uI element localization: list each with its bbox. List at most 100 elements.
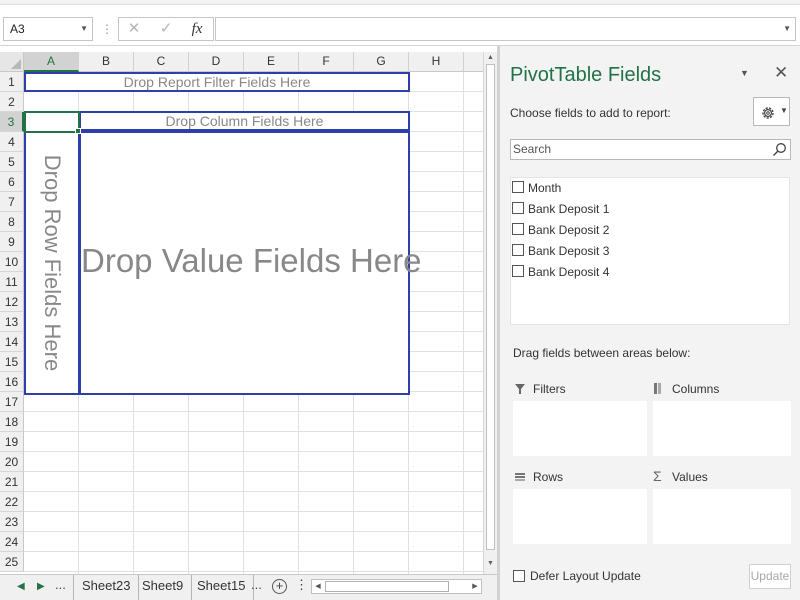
search-input[interactable]: Search <box>510 139 791 160</box>
update-button[interactable]: Update <box>749 564 791 589</box>
horizontal-scrollbar[interactable]: ◀ ▶ <box>311 579 482 594</box>
more-sheets-right[interactable]: ... <box>251 578 262 592</box>
filters-drop-area[interactable] <box>513 401 647 456</box>
vertical-scrollbar[interactable]: ▲ ▼ <box>483 52 497 574</box>
select-all-button[interactable] <box>0 52 24 72</box>
formula-bar: A3 ▼ ⋮ ✕ ✓ fx ▼ <box>0 0 800 46</box>
row-header[interactable]: 1 <box>0 72 24 92</box>
cancel-icon[interactable]: ✕ <box>123 18 145 40</box>
row-header[interactable]: 16 <box>0 372 24 392</box>
row-header[interactable]: 10 <box>0 252 24 272</box>
name-box-value: A3 <box>10 22 25 36</box>
row-header[interactable]: 19 <box>0 432 24 452</box>
row-header[interactable]: 5 <box>0 152 24 172</box>
scroll-up-icon[interactable]: ▲ <box>484 52 497 64</box>
formula-bar-separator: ⋮ <box>101 22 113 36</box>
more-sheets-left[interactable]: ... <box>55 578 66 592</box>
values-drop-area[interactable] <box>653 489 791 544</box>
column-header-e[interactable]: E <box>244 52 299 72</box>
pivot-fields-pane: PivotTable Fields ▼ ✕ Choose fields to a… <box>500 46 800 600</box>
row-header[interactable]: 14 <box>0 332 24 352</box>
insert-function-button[interactable]: fx <box>186 18 208 40</box>
field-checkbox[interactable] <box>512 181 524 193</box>
column-header-h[interactable]: H <box>409 52 464 72</box>
close-icon[interactable]: ✕ <box>774 63 788 83</box>
row-header[interactable]: 3 <box>0 112 24 132</box>
defer-checkbox[interactable] <box>513 570 525 582</box>
row-header[interactable]: 12 <box>0 292 24 312</box>
field-checkbox[interactable] <box>512 223 524 235</box>
scroll-left-icon[interactable]: ◀ <box>312 580 324 593</box>
choose-fields-label: Choose fields to add to report: <box>510 106 671 120</box>
fill-handle[interactable] <box>75 128 81 134</box>
filter-icon <box>514 379 528 399</box>
name-box[interactable]: A3 ▼ <box>3 17 93 41</box>
scroll-right-icon[interactable]: ▶ <box>469 580 481 593</box>
field-checkbox[interactable] <box>512 202 524 214</box>
column-fields-drop-zone[interactable]: Drop Column Fields Here <box>79 111 410 131</box>
field-label: Bank Deposit 2 <box>528 223 610 237</box>
row-header[interactable]: 11 <box>0 272 24 292</box>
rows-area-label: Rows <box>533 470 564 484</box>
defer-label: Defer Layout Update <box>530 569 641 583</box>
row-header[interactable]: 6 <box>0 172 24 192</box>
columns-area-label: Columns <box>672 382 720 396</box>
chevron-down-icon[interactable]: ▼ <box>80 18 88 40</box>
vertical-scroll-thumb[interactable] <box>486 64 495 550</box>
row-header[interactable]: 25 <box>0 552 24 572</box>
row-header[interactable]: 21 <box>0 472 24 492</box>
filters-area-label: Filters <box>533 382 566 396</box>
column-header-a[interactable]: A <box>24 52 79 72</box>
tools-button[interactable]: ▼ <box>753 97 790 126</box>
next-sheet-icon[interactable]: ▶ <box>37 580 45 594</box>
pane-options-icon[interactable]: ▼ <box>740 68 749 78</box>
tab-splitter-icon[interactable]: ⋮ <box>295 578 308 592</box>
column-fields-label: Drop Column Fields Here <box>165 113 324 129</box>
active-cell-a3[interactable] <box>24 111 80 133</box>
row-header[interactable]: 2 <box>0 92 24 112</box>
sheet-tab[interactable]: Sheet15 <box>189 575 255 600</box>
row-header[interactable]: 20 <box>0 452 24 472</box>
row-header[interactable]: 7 <box>0 192 24 212</box>
field-label: Month <box>528 181 562 195</box>
value-fields-drop-zone[interactable]: Drop Value Fields Here <box>79 131 422 395</box>
row-header[interactable]: 24 <box>0 532 24 552</box>
columns-drop-area[interactable] <box>653 401 791 456</box>
column-header-f[interactable]: F <box>299 52 354 72</box>
columns-icon <box>653 379 667 399</box>
row-header[interactable]: 23 <box>0 512 24 532</box>
field-checkbox[interactable] <box>512 244 524 256</box>
search-icon[interactable] <box>772 142 787 157</box>
column-header-c[interactable]: C <box>134 52 189 72</box>
row-header[interactable]: 4 <box>0 132 24 152</box>
column-header-g[interactable]: G <box>354 52 409 72</box>
sheet-tab[interactable]: Sheet23 <box>73 575 140 600</box>
enter-icon[interactable]: ✓ <box>155 18 177 40</box>
row-header[interactable]: 18 <box>0 412 24 432</box>
column-header-b[interactable]: B <box>79 52 134 72</box>
expand-formula-bar-icon[interactable]: ▼ <box>783 24 791 33</box>
row-header[interactable]: 13 <box>0 312 24 332</box>
values-area-label: Values <box>672 470 708 484</box>
horizontal-scroll-thumb[interactable] <box>325 581 449 592</box>
add-sheet-button[interactable]: + <box>272 579 287 594</box>
formula-input[interactable]: ▼ <box>215 17 796 41</box>
row-header[interactable]: 8 <box>0 212 24 232</box>
value-fields-label: Drop Value Fields Here <box>81 242 422 279</box>
rows-drop-area[interactable] <box>513 489 647 544</box>
row-header[interactable]: 9 <box>0 232 24 252</box>
row-header[interactable]: 22 <box>0 492 24 512</box>
column-header-d[interactable]: D <box>189 52 244 72</box>
report-filter-drop-zone[interactable]: Drop Report Filter Fields Here <box>24 72 410 92</box>
prev-sheet-icon[interactable]: ◀ <box>17 580 25 594</box>
row-header[interactable]: 17 <box>0 392 24 412</box>
ribbon-edge <box>0 0 800 5</box>
field-label: Bank Deposit 4 <box>528 265 610 279</box>
sheet-tab[interactable]: Sheet9 <box>134 575 193 600</box>
row-fields-drop-zone[interactable]: Drop Row Fields Here <box>24 131 80 395</box>
worksheet-grid[interactable]: A B C D E F G H 1 2 3 4 5 6 7 8 9 10 11 … <box>0 52 483 574</box>
row-header[interactable]: 15 <box>0 352 24 372</box>
scroll-down-icon[interactable]: ▼ <box>484 558 497 570</box>
field-checkbox[interactable] <box>512 265 524 277</box>
field-label: Bank Deposit 3 <box>528 244 610 258</box>
